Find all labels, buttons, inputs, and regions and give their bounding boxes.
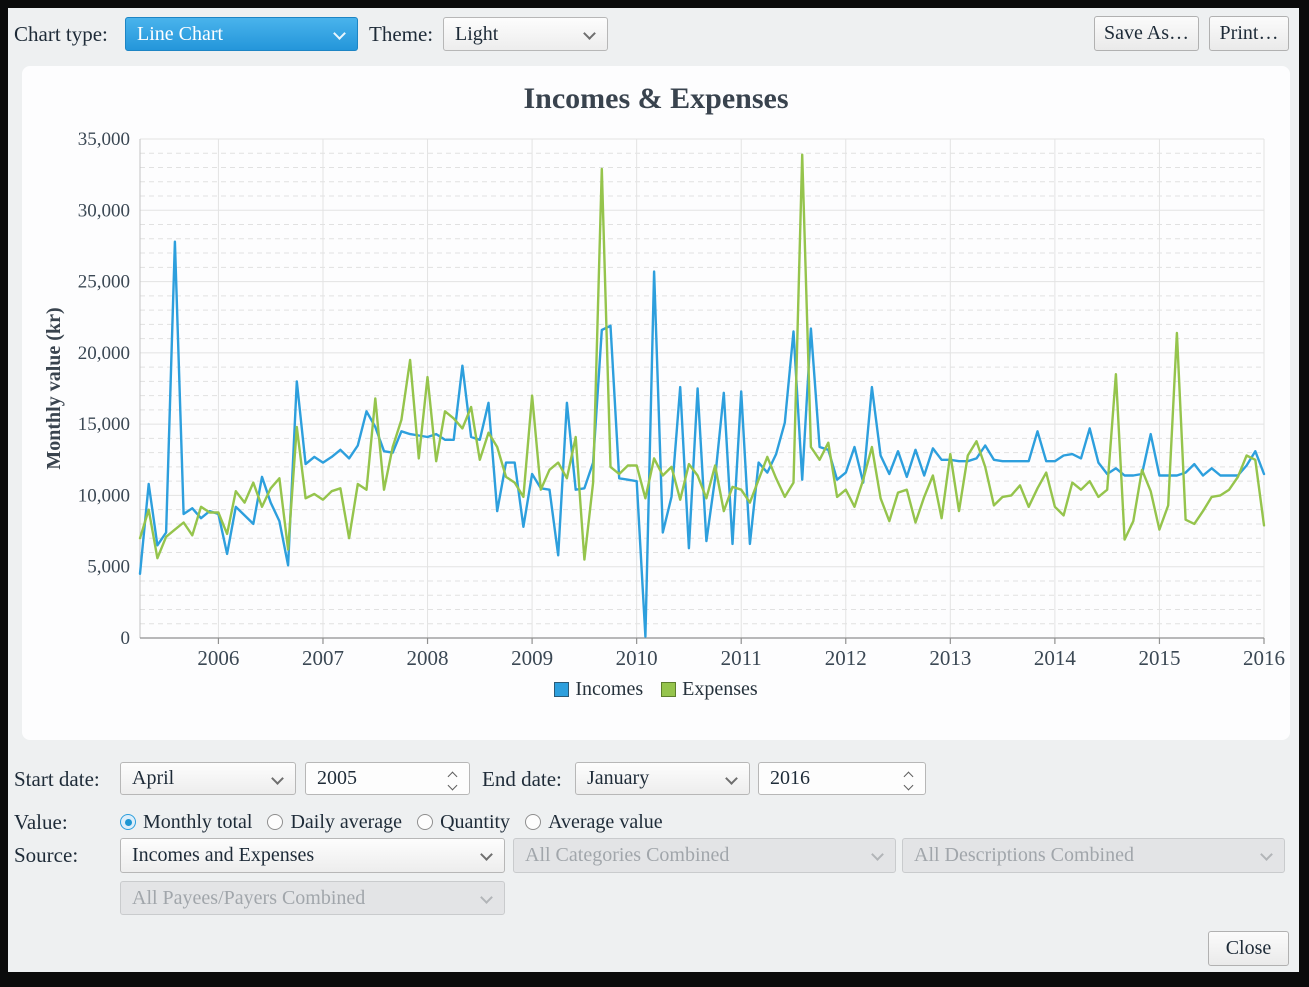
svg-text:10,000: 10,000 [78,485,130,506]
svg-text:15,000: 15,000 [78,414,130,435]
value-label: Value: [14,805,68,839]
svg-text:2011: 2011 [721,646,762,670]
value-options: Monthly total Daily average Quantity Averag… [120,807,663,837]
legend-swatch-icon [554,682,569,697]
start-year-value: 2005 [317,767,357,790]
radio-daily-average[interactable]: Daily average [267,811,402,834]
chevron-down-icon [1260,848,1273,861]
chart-type-value: Line Chart [137,23,223,46]
descriptions-select: All Descriptions Combined [902,838,1285,873]
chevron-down-icon [583,27,596,40]
theme-select[interactable]: Light [443,17,608,51]
start-date-label: Start date: [14,762,100,796]
svg-text:2010: 2010 [616,646,658,670]
chart-type-label: Chart type: [14,17,108,51]
svg-text:2014: 2014 [1034,646,1077,670]
chevron-down-icon [480,891,493,904]
descriptions-value: All Descriptions Combined [914,844,1134,867]
radio-label: Daily average [290,811,402,834]
chart-type-select[interactable]: Line Chart [125,17,358,51]
chevron-down-icon [333,27,346,40]
source-label: Source: [14,838,78,872]
source-select[interactable]: Incomes and Expenses [120,838,505,873]
payees-value: All Payees/Payers Combined [132,887,365,910]
svg-text:2012: 2012 [825,646,867,670]
source-value: Incomes and Expenses [132,844,314,867]
chart-title: Incomes & Expenses [22,82,1290,116]
print-button[interactable]: Print… [1209,16,1289,51]
radio-label: Average value [548,811,663,834]
chevron-down-icon [871,848,884,861]
end-year-spinner[interactable]: 2016 [758,762,926,795]
payees-select: All Payees/Payers Combined [120,881,505,915]
svg-text:35,000: 35,000 [78,129,130,150]
svg-text:25,000: 25,000 [78,272,130,293]
radio-monthly-total[interactable]: Monthly total [120,811,252,834]
radio-icon [267,814,283,830]
spinner-down-icon[interactable] [904,781,914,791]
legend-swatch-icon [661,682,676,697]
start-month-select[interactable]: April [120,762,296,795]
svg-text:2008: 2008 [407,646,449,670]
chevron-down-icon [480,848,493,861]
start-month-value: April [132,767,174,790]
legend-label: Incomes [575,678,643,701]
end-month-value: January [587,767,649,790]
radio-average-value[interactable]: Average value [525,811,663,834]
line-chart: 2006 2007 2008 2009 2010 2011 2012 2013 2014 2015… [22,66,1290,740]
radio-label: Monthly total [143,811,252,834]
end-month-select[interactable]: January [575,762,750,795]
end-date-label: End date: [482,762,562,796]
svg-text:2006: 2006 [197,646,239,670]
theme-label: Theme: [369,17,433,51]
svg-text:30,000: 30,000 [78,200,130,221]
spinner-down-icon[interactable] [448,781,458,791]
svg-text:5,000: 5,000 [87,557,130,578]
svg-text:2016: 2016 [1243,646,1285,670]
radio-quantity[interactable]: Quantity [417,811,510,834]
legend-item-incomes: Incomes [554,678,643,701]
svg-text:2007: 2007 [302,646,344,670]
svg-text:2015: 2015 [1138,646,1180,670]
legend-item-expenses: Expenses [661,678,758,701]
chevron-down-icon [725,772,738,785]
end-year-value: 2016 [770,767,810,790]
svg-text:20,000: 20,000 [78,343,130,364]
theme-value: Light [455,23,498,46]
categories-select: All Categories Combined [513,838,896,873]
chart-panel: 2006 2007 2008 2009 2010 2011 2012 2013 2014 2015… [22,66,1290,740]
legend-label: Expenses [682,678,758,701]
chart-legend: Incomes Expenses [22,678,1290,701]
close-button[interactable]: Close [1208,931,1289,966]
svg-text:Monthly value (kr): Monthly value (kr) [43,307,65,469]
save-as-button[interactable]: Save As… [1094,16,1199,51]
start-year-spinner[interactable]: 2005 [305,762,470,795]
radio-icon [525,814,541,830]
radio-icon [120,814,136,830]
svg-text:2009: 2009 [511,646,553,670]
svg-text:0: 0 [121,628,131,649]
svg-text:2013: 2013 [929,646,971,670]
app-window: Chart type: Line Chart Theme: Light Save… [0,0,1309,987]
radio-icon [417,814,433,830]
chart-dialog: Chart type: Line Chart Theme: Light Save… [8,8,1299,972]
chevron-down-icon [271,772,284,785]
radio-label: Quantity [440,811,510,834]
categories-value: All Categories Combined [525,844,729,867]
